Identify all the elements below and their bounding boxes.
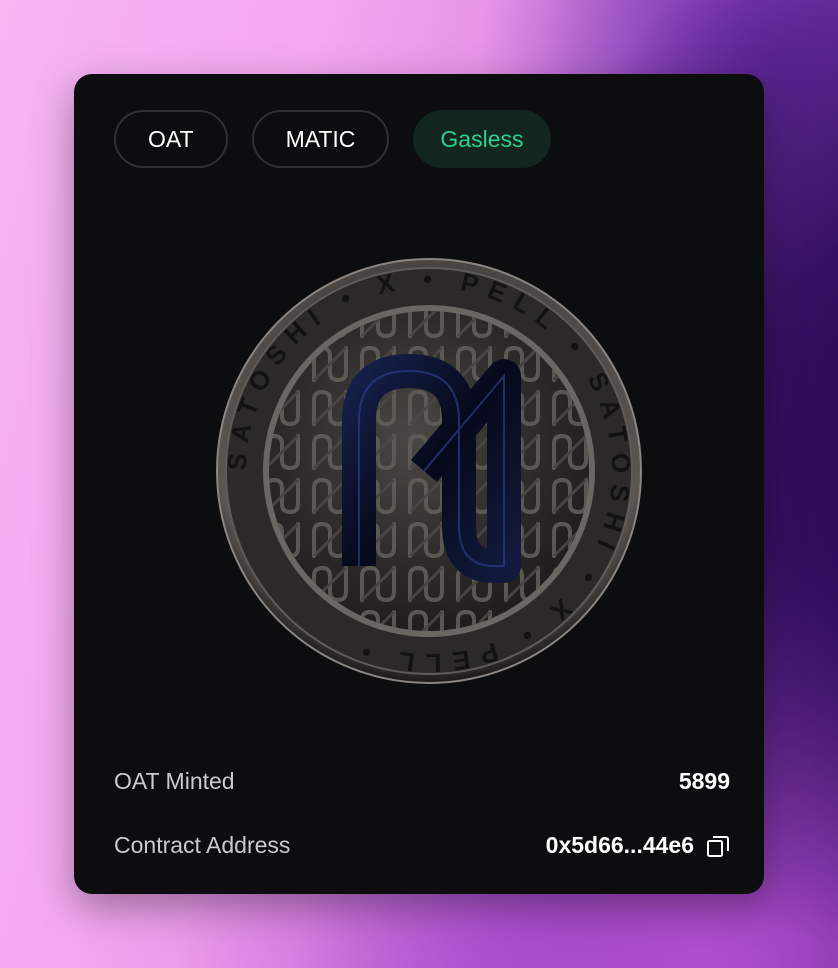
tag-oat: OAT xyxy=(114,110,228,168)
oat-card: OAT MATIC Gasless SATOSHI • X • PELL • S… xyxy=(74,74,764,894)
minted-value: 5899 xyxy=(678,768,730,794)
tag-list: OAT MATIC Gasless xyxy=(114,110,551,168)
contract-row: Contract Address 0x5d66...44e6 xyxy=(114,832,730,859)
contract-value-wrap: 0x5d66...44e6 xyxy=(546,832,730,859)
coin-graphic: SATOSHI • X • PELL • SATOSHI • X • PELL … xyxy=(216,258,642,684)
tag-gasless: Gasless xyxy=(413,110,551,168)
copy-icon[interactable] xyxy=(706,834,730,858)
minted-label: OAT Minted xyxy=(114,768,235,794)
contract-label: Contract Address xyxy=(114,832,291,858)
minted-row: OAT Minted 5899 xyxy=(114,768,730,795)
contract-address: 0x5d66...44e6 xyxy=(545,832,694,858)
tag-matic: MATIC xyxy=(251,110,390,168)
oat-coin-image: SATOSHI • X • PELL • SATOSHI • X • PELL … xyxy=(212,254,646,688)
